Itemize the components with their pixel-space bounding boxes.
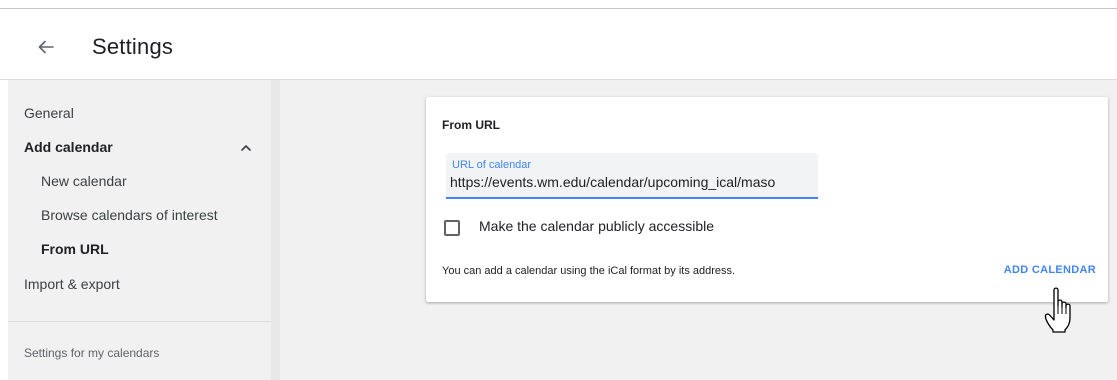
sidebar-item-browse-calendars[interactable]: Browse calendars of interest <box>41 207 218 223</box>
public-access-checkbox[interactable] <box>444 220 460 236</box>
sidebar-section-title: Settings for my calendars <box>24 346 160 360</box>
sidebar-scrollbar[interactable] <box>271 80 280 380</box>
sidebar-item-from-url[interactable]: From URL <box>41 241 109 257</box>
from-url-card: From URL URL of calendar https://events.… <box>426 97 1108 302</box>
sidebar-item-import-export[interactable]: Import & export <box>24 276 120 292</box>
helper-text: You can add a calendar using the iCal fo… <box>442 265 736 277</box>
card-title: From URL <box>442 118 500 132</box>
sidebar <box>8 80 271 380</box>
sidebar-divider <box>8 321 271 322</box>
url-field-label: URL of calendar <box>452 159 532 171</box>
url-input-field[interactable]: URL of calendar https://events.wm.edu/ca… <box>446 153 818 199</box>
add-calendar-button[interactable]: ADD CALENDAR <box>976 257 1096 287</box>
sidebar-item-add-calendar[interactable]: Add calendar <box>24 139 113 155</box>
back-button[interactable] <box>32 33 60 61</box>
arrow-left-icon <box>38 40 54 54</box>
sidebar-item-general[interactable]: General <box>24 105 74 121</box>
url-input[interactable]: https://events.wm.edu/calendar/upcoming_… <box>450 174 816 190</box>
url-field-underline <box>446 197 818 199</box>
page-title: Settings <box>92 34 174 59</box>
settings-header: Settings <box>0 9 1117 79</box>
public-access-label[interactable]: Make the calendar publicly accessible <box>479 218 714 234</box>
chevron-up-icon[interactable] <box>239 141 253 155</box>
sidebar-item-new-calendar[interactable]: New calendar <box>41 173 127 189</box>
